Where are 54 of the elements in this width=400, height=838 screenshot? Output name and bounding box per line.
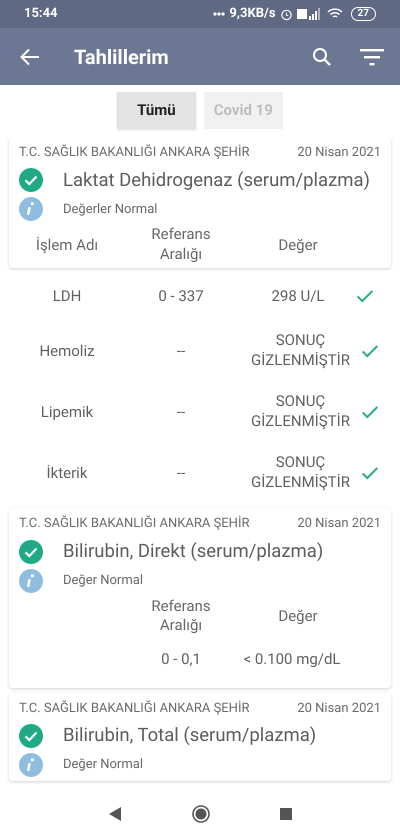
hospital-name: T.C. SAĞLIK BAKANLIĞI ANKARA ŞEHİR bbox=[19, 699, 250, 718]
reference-range: 0 - 0,1 bbox=[160, 649, 202, 670]
back-arrow-icon bbox=[20, 48, 40, 66]
column-header: Referans Aralığı bbox=[150, 225, 212, 264]
info-icon bbox=[19, 197, 43, 222]
result-card[interactable]: T.C. SAĞLIK BAKANLIĞI ANKARA ŞEHİR 20 Nisan 2021 Bilirubin, Total (serum/plazma) Değer Normal bbox=[9, 692, 391, 781]
hospital-name: T.C. SAĞLIK BAKANLIĞI ANKARA ŞEHİR bbox=[19, 514, 250, 534]
reference-range: -- bbox=[176, 402, 186, 422]
result-value: SONUÇ GİZLENMİŞTİR bbox=[250, 331, 351, 370]
dots-icon bbox=[213, 12, 226, 16]
test-name: İkterik bbox=[46, 462, 88, 484]
test-title: Bilirubin, Direkt (serum/plazma) bbox=[63, 538, 324, 564]
result-value: 298 U/L bbox=[270, 286, 326, 306]
result-card[interactable]: T.C. SAĞLIK BAKANLIĞI ANKARA ŞEHİR 20 Nisan 2021 Laktat Dehidrogenaz (serum/plazma) Değerler Normal İşlem Adı Referans Aralığı Değer bbox=[9, 137, 391, 268]
signal-icon bbox=[296, 8, 323, 20]
column-header: Değer bbox=[277, 234, 319, 256]
result-card[interactable]: T.C. SAĞLIK BAKANLIĞI ANKARA ŞEHİR 20 Nisan 2021 Bilirubin, Direkt (serum/plazma) Değer Normal Referans Aralığı Değer 0 - 0,1 < 0.100 mg/dL bbox=[9, 508, 391, 688]
test-name: Hemoliz bbox=[38, 340, 96, 362]
test-title: Laktat Dehidrogenaz (serum/plazma) bbox=[63, 168, 370, 192]
clock: 15:44 bbox=[24, 5, 58, 24]
column-header: Referans Aralığı bbox=[150, 596, 212, 636]
test-name: Lipemik bbox=[40, 402, 94, 422]
test-title: Bilirubin, Total (serum/plazma) bbox=[63, 723, 316, 748]
network-speed: 9,3KB/s bbox=[229, 5, 276, 24]
result-date: 20 Nisan 2021 bbox=[297, 515, 381, 534]
result-value: < 0.100 mg/dL bbox=[242, 650, 342, 670]
check-circle-icon bbox=[19, 540, 43, 564]
result-date: 20 Nisan 2021 bbox=[297, 700, 381, 718]
column-header: Değer bbox=[277, 606, 319, 627]
info-icon bbox=[19, 568, 43, 592]
battery-indicator: 27 bbox=[350, 7, 376, 21]
search-icon[interactable] bbox=[312, 46, 332, 66]
filter-tab[interactable]: Tümü bbox=[117, 92, 196, 129]
filter-icon[interactable] bbox=[360, 48, 384, 66]
home-circle-icon[interactable] bbox=[192, 805, 210, 823]
status-text: Değer Normal bbox=[63, 756, 143, 774]
back-triangle-icon[interactable] bbox=[108, 807, 122, 821]
reference-range: -- bbox=[176, 462, 186, 484]
check-circle-icon bbox=[19, 168, 43, 192]
reference-range: 0 - 337 bbox=[157, 286, 205, 307]
alarm-icon bbox=[280, 8, 293, 20]
hospital-name: T.C. SAĞLIK BAKANLIĞI ANKARA ŞEHİR bbox=[19, 143, 250, 162]
page-title: Tahlillerim bbox=[74, 44, 170, 70]
wifi-icon bbox=[326, 8, 343, 20]
column-header: İşlem Adı bbox=[34, 234, 100, 256]
result-value: SONUÇ GİZLENMİŞTİR bbox=[250, 453, 351, 492]
info-icon bbox=[19, 752, 43, 777]
reference-range: -- bbox=[176, 340, 186, 362]
result-value: SONUÇ GİZLENMİŞTİR bbox=[250, 392, 351, 432]
test-name: LDH bbox=[52, 286, 82, 307]
status-text: Değerler Normal bbox=[63, 200, 158, 218]
result-date: 20 Nisan 2021 bbox=[297, 144, 381, 162]
check-circle-icon bbox=[19, 724, 43, 748]
status-text: Değer Normal bbox=[63, 572, 143, 590]
